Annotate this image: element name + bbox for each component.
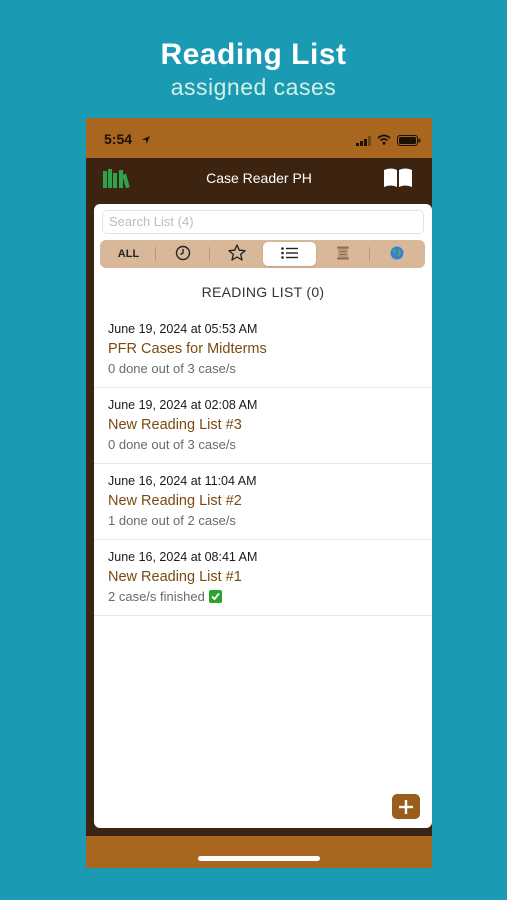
item-date: June 16, 2024 at 08:41 AM: [108, 550, 258, 564]
segment-all-label: ALL: [117, 248, 140, 260]
segment-favorites[interactable]: [210, 242, 263, 266]
add-list-button[interactable]: [392, 794, 420, 819]
navigation-bar: Case Reader PH: [86, 158, 432, 200]
status-bar: 5:54: [86, 118, 432, 158]
item-status: 0 done out of 3 case/s: [108, 435, 432, 454]
wifi-icon: [377, 132, 391, 150]
plus-icon: [399, 800, 413, 814]
list-icon: [280, 246, 299, 262]
clock-icon: [175, 245, 191, 264]
item-date: June 16, 2024 at 11:04 AM: [108, 474, 257, 488]
check-mark-icon: [208, 590, 222, 603]
segment-globe[interactable]: [370, 242, 423, 266]
main-content: Search List (4) ALL READING LIST (0) Jun…: [94, 204, 432, 828]
battery-icon: [397, 133, 421, 151]
promo-title: Reading List: [160, 38, 347, 71]
segment-reading-list[interactable]: [263, 242, 316, 266]
item-date: June 19, 2024 at 02:08 AM: [108, 398, 258, 412]
home-indicator-area: [86, 836, 432, 868]
item-status-text: 0 done out of 3 case/s: [108, 361, 236, 376]
item-status: 2 case/s finished: [108, 587, 432, 606]
reading-list: June 19, 2024 at 05:53 AM PFR Cases for …: [94, 312, 432, 616]
home-indicator[interactable]: [198, 856, 320, 861]
star-icon: [227, 244, 246, 264]
item-title: New Reading List #1: [108, 569, 242, 585]
scroll-icon: [336, 246, 350, 263]
segment-recent[interactable]: [156, 242, 209, 266]
item-title: New Reading List #2: [108, 493, 242, 509]
app-title: Case Reader PH: [206, 170, 312, 186]
segment-all[interactable]: ALL: [102, 242, 155, 266]
globe-icon: [390, 246, 404, 263]
list-item[interactable]: June 16, 2024 at 08:41 AM New Reading Li…: [94, 540, 432, 616]
item-date: June 19, 2024 at 05:53 AM: [108, 322, 258, 336]
signal-icon: [356, 133, 372, 151]
phone-frame: 5:54 Case Reader PH Search List (4) ALL …: [86, 118, 432, 868]
promo-subtitle: assigned cases: [170, 74, 337, 100]
item-status: 1 done out of 2 case/s: [108, 511, 432, 530]
item-title: PFR Cases for Midterms: [108, 341, 267, 357]
list-item[interactable]: June 19, 2024 at 05:53 AM PFR Cases for …: [94, 312, 432, 388]
filter-segmented-control: ALL: [100, 240, 425, 268]
location-arrow-icon: [141, 132, 151, 150]
list-item[interactable]: June 19, 2024 at 02:08 AM New Reading Li…: [94, 388, 432, 464]
status-time: 5:54: [104, 131, 133, 147]
item-status-text: 1 done out of 2 case/s: [108, 513, 236, 528]
item-status-text: 2 case/s finished: [108, 589, 205, 604]
item-title: New Reading List #3: [108, 417, 242, 433]
segment-scroll[interactable]: [316, 242, 369, 266]
item-status-text: 0 done out of 3 case/s: [108, 437, 236, 452]
list-item[interactable]: June 16, 2024 at 11:04 AM New Reading Li…: [94, 464, 432, 540]
search-input[interactable]: Search List (4): [102, 210, 424, 234]
section-title: READING LIST (0): [201, 284, 325, 300]
open-book-icon[interactable]: [382, 167, 414, 194]
item-status: 0 done out of 3 case/s: [108, 359, 432, 378]
